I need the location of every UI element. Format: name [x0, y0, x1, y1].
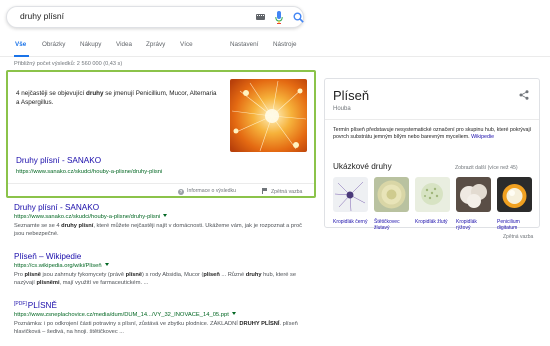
snippet-title-link[interactable]: Druhy plísní - SANAKO	[16, 156, 101, 165]
search-result: Druhy plísní - SANAKO https://www.sanako…	[14, 203, 306, 238]
kp-subtitle: Houba	[333, 106, 351, 112]
active-tab-indicator	[14, 55, 29, 57]
result-title[interactable]: [PDF]PLÍSNĚ	[14, 301, 306, 310]
species-image[interactable]	[333, 177, 368, 212]
species-card[interactable]: Kropidlák žlutý	[415, 177, 450, 225]
result-stats: Přibližný počet výsledků: 2 560 000 (0,4…	[14, 61, 123, 67]
species-image[interactable]	[415, 177, 450, 212]
result-snippet: Poznámka: i po odkrojení části potraviny…	[14, 321, 298, 335]
mold-image[interactable]	[230, 79, 307, 152]
species-image[interactable]	[456, 177, 491, 212]
tab-shopping[interactable]: Nákupy	[80, 41, 101, 48]
tab-videos[interactable]: Videa	[116, 41, 132, 48]
feedback-link[interactable]: Zpětná vazba	[262, 188, 302, 195]
tab-all[interactable]: Vše	[15, 41, 26, 48]
kp-description: Termín plíseň představuje nesystematické…	[333, 127, 532, 140]
about-result-link[interactable]: ? Informace o výsledku	[178, 188, 236, 195]
species-card[interactable]: Kropidlák rýžový	[456, 177, 491, 231]
search-result: [PDF]PLÍSNĚ https://www.zsneplachovice.c…	[14, 301, 306, 336]
search-input[interactable]: druhy plísní	[20, 11, 64, 21]
species-name[interactable]: Štětičkovec žlutavý	[374, 219, 409, 231]
kp-feedback-link[interactable]: Zpětná vazba	[503, 234, 533, 240]
tab-tools[interactable]: Nástroje	[273, 41, 296, 48]
dropdown-caret-icon[interactable]	[104, 263, 109, 266]
species-name[interactable]: Kropidlák černý	[333, 219, 368, 225]
dropdown-caret-icon[interactable]	[163, 214, 168, 217]
species-name[interactable]: Penicilium digitatum	[497, 219, 532, 231]
result-snippet: Seznamte se se 4 druhy plísní, které můž…	[14, 223, 302, 237]
search-tabs: Vše Obrázky Nákupy Videa Zprávy Více Nas…	[0, 37, 550, 57]
flag-icon	[262, 188, 267, 194]
tab-news[interactable]: Zprávy	[146, 41, 165, 48]
species-card[interactable]: Kropidlák černý	[333, 177, 368, 225]
result-title[interactable]: Druhy plísní - SANAKO	[14, 203, 306, 212]
snippet-url[interactable]: https://www.sanako.cz/skudci/houby-a-pli…	[16, 169, 162, 175]
share-icon[interactable]	[519, 90, 529, 100]
search-result: Plíseň – Wikipedie https://cs.wikipedia.…	[14, 252, 306, 287]
tab-settings[interactable]: Nastavení	[230, 41, 258, 48]
show-more-link[interactable]: Zobrazit další (více než 45)	[455, 165, 518, 171]
result-url[interactable]: https://www.zsneplachovice.cz/media/dum/…	[14, 312, 306, 318]
kp-section-title: Ukázkové druhy	[333, 162, 392, 171]
species-name[interactable]: Kropidlák rýžový	[456, 219, 491, 231]
dropdown-caret-icon[interactable]	[231, 312, 236, 315]
species-image[interactable]	[374, 177, 409, 212]
result-title[interactable]: Plíseň – Wikipedie	[14, 252, 306, 261]
pdf-tag: [PDF]	[14, 301, 27, 307]
result-url[interactable]: https://cs.wikipedia.org/wiki/Plíseň	[14, 263, 306, 269]
result-url[interactable]: https://www.sanako.cz/skudci/houby-a-pli…	[14, 214, 306, 220]
microphone-icon[interactable]	[275, 11, 283, 24]
snippet-answer: 4 nejčastěji se objevující druhy se jmen…	[16, 90, 217, 106]
search-icon[interactable]	[293, 12, 304, 23]
species-card[interactable]: Štětičkovec žlutavý	[374, 177, 409, 231]
divider	[8, 183, 314, 184]
species-name[interactable]: Kropidlák žlutý	[415, 219, 450, 225]
search-box[interactable]: druhy plísní	[6, 6, 304, 28]
tab-images[interactable]: Obrázky	[42, 41, 65, 48]
tab-more[interactable]: Více	[180, 41, 193, 48]
divider	[325, 119, 539, 120]
species-image[interactable]	[497, 177, 532, 212]
keyboard-icon[interactable]	[256, 14, 265, 20]
result-snippet: Pro plísně jsou zahrnuty fykomycety (prá…	[14, 272, 296, 286]
species-card[interactable]: Penicilium digitatum	[497, 177, 532, 231]
kp-title: Plíseň	[333, 88, 370, 103]
featured-snippet: 4 nejčastěji se objevující druhy se jmen…	[6, 70, 316, 198]
wikipedia-link[interactable]: Wikipedie	[471, 134, 494, 140]
question-icon: ?	[178, 189, 184, 195]
knowledge-panel: Plíseň Houba Termín plíseň představuje n…	[324, 78, 540, 231]
